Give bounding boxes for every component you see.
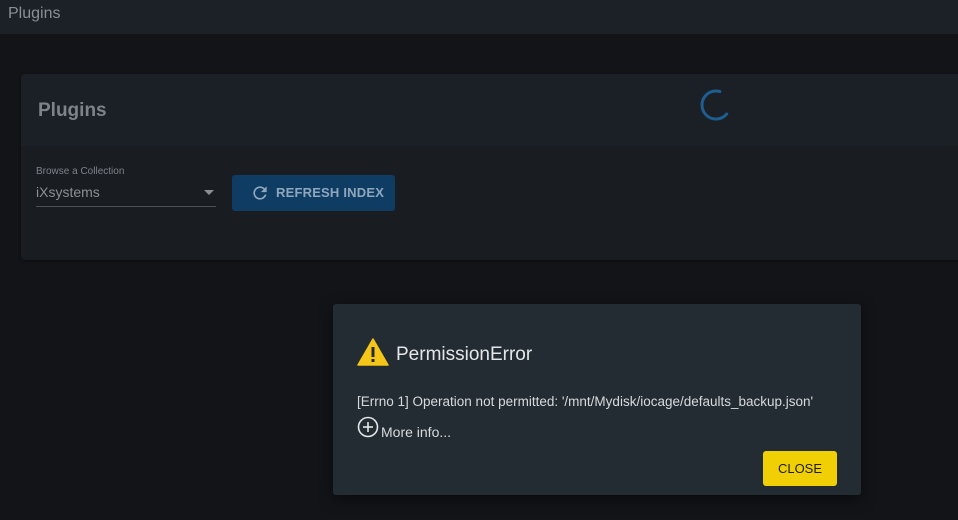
warning-icon (357, 338, 389, 366)
refresh-icon (253, 186, 267, 200)
loading-spinner-icon (700, 89, 732, 121)
dialog-title: PermissionError (396, 344, 533, 365)
collection-value: iXsystems (36, 184, 100, 200)
refresh-index-label: REFRESH INDEX (276, 185, 385, 200)
add-circle-icon (357, 416, 379, 438)
refresh-index-button[interactable]: REFRESH INDEX (232, 175, 395, 211)
collection-select[interactable]: iXsystems (36, 182, 216, 207)
close-button[interactable]: CLOSE (763, 451, 837, 486)
page-title: Plugins (8, 5, 61, 22)
error-dialog: PermissionError [Errno 1] Operation not … (333, 304, 861, 495)
more-info-label: More info... (381, 424, 452, 440)
app-root: Plugins Plugins Browse a Collection iXsy… (0, 0, 958, 520)
top-bar: Plugins (0, 0, 958, 34)
card-title: Plugins (38, 100, 107, 121)
close-label: CLOSE (777, 461, 823, 476)
collection-label: Browse a Collection (36, 166, 125, 177)
plugins-card: Plugins Browse a Collection iXsystems RE… (21, 74, 958, 260)
chevron-down-icon (204, 190, 214, 195)
card-header: Plugins (21, 74, 958, 146)
error-message: [Errno 1] Operation not permitted: '/mnt… (357, 394, 814, 409)
